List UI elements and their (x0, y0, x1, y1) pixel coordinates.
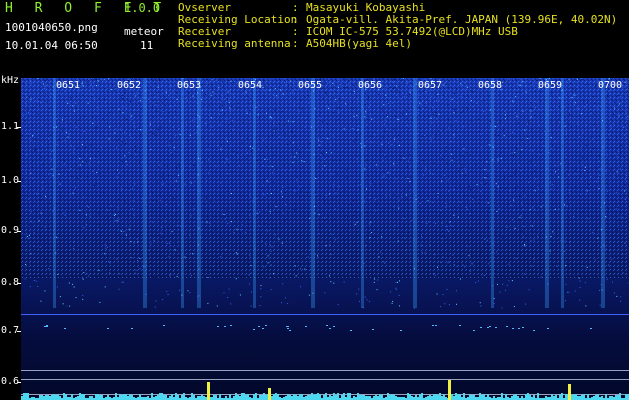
band-dot (224, 326, 226, 327)
band-dot (512, 328, 514, 329)
band-dot (265, 325, 267, 326)
time-tick-label: 0655 (298, 80, 323, 91)
time-tick-label: 0651 (56, 80, 81, 91)
vertical-streak (491, 78, 494, 308)
reference-line (21, 379, 629, 380)
time-tick-label: 0654 (238, 80, 263, 91)
band-dot (230, 325, 232, 326)
band-dot (495, 327, 497, 328)
time-tick-label: 0652 (117, 80, 142, 91)
band-dot (289, 330, 291, 331)
band-dot (590, 328, 592, 329)
file-name: 1001040650.png (5, 21, 98, 34)
vertical-streak (253, 78, 256, 308)
spectrogram-plot (21, 78, 629, 400)
band-dot (287, 328, 289, 329)
time-tick-label: 0658 (478, 80, 503, 91)
band-dot (473, 330, 475, 331)
vertical-streak (361, 78, 364, 308)
band-dot (333, 326, 335, 327)
band-dot (350, 330, 352, 331)
y-axis-unit: kHz (1, 75, 20, 86)
band-dot (489, 326, 491, 327)
band-dot (459, 325, 461, 326)
band-dot (305, 326, 307, 327)
time-tick-label: 0657 (418, 80, 443, 91)
band-dot (163, 325, 165, 326)
header-left-panel: H R O F F T 1.0.0 1001040650.png meteor … (0, 0, 170, 70)
band-dot (217, 326, 219, 327)
band-dot (518, 328, 520, 329)
spectrogram-canvas (21, 78, 629, 400)
meteor-label: meteor (124, 25, 164, 38)
band-dot (46, 325, 48, 326)
meteor-echo-spike (448, 380, 451, 400)
time-tick-label: 0656 (358, 80, 383, 91)
vertical-streak (53, 78, 56, 308)
band-dot (46, 326, 48, 327)
band-dot (432, 325, 434, 326)
band-dot (262, 328, 264, 329)
vertical-streak (601, 78, 605, 308)
band-dot (487, 327, 489, 328)
band-dot (44, 326, 46, 327)
band-dot (253, 329, 255, 330)
station-info-panel: Ovserver: Masayuki Kobayashi Receiving Lo… (178, 2, 628, 50)
band-dot (258, 326, 260, 327)
antenna-key: Receiving antenna (178, 37, 291, 50)
antenna-value: A504HB(yagi 4el) (306, 37, 412, 50)
reference-line (21, 370, 629, 371)
band-dot (287, 326, 289, 327)
band-dot (329, 328, 331, 329)
vertical-streak (311, 78, 315, 308)
band-dot (533, 330, 535, 331)
band-dot (480, 327, 482, 328)
vertical-streak (181, 78, 184, 308)
meteor-echo-spike (207, 382, 210, 400)
vertical-streak (561, 78, 564, 308)
band-dot (400, 330, 402, 331)
app-version: 1.0.0 (124, 1, 161, 15)
vertical-streak (545, 78, 549, 308)
vertical-streak (143, 78, 147, 308)
band-dot (372, 329, 374, 330)
band-dot (547, 328, 549, 329)
band-dot (64, 328, 66, 329)
reference-line (21, 314, 629, 315)
band-dot (506, 326, 508, 327)
band-dot (522, 327, 524, 328)
meteor-count: 11 (140, 39, 154, 52)
meteor-echo-spike (268, 388, 271, 400)
antenna-row: Receiving antenna: A504HB(yagi 4el) (178, 38, 628, 50)
vertical-streak (197, 78, 201, 308)
separator: : (292, 37, 299, 50)
band-dot (131, 328, 133, 329)
meteor-echo-spike (568, 384, 571, 400)
time-tick-label: 0659 (538, 80, 563, 91)
vertical-streak (413, 78, 417, 308)
band-dot (435, 325, 437, 326)
time-tick-label: 0653 (177, 80, 202, 91)
band-dot (107, 328, 109, 329)
band-dot (326, 325, 328, 326)
time-tick-label: 0700 (598, 80, 623, 91)
timestamp: 10.01.04 06:50 (5, 39, 98, 52)
